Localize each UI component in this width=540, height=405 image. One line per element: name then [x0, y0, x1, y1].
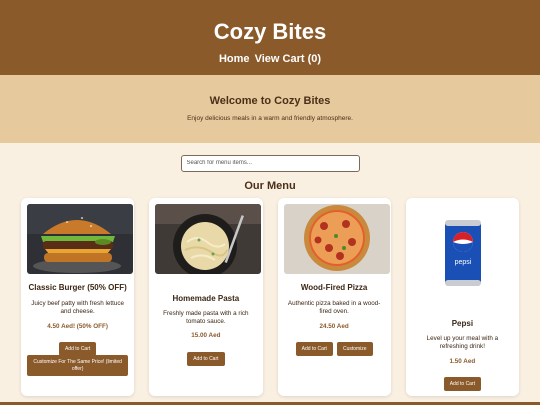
menu-card-pasta: Homemade Pasta Freshly made pasta with a… — [149, 198, 263, 396]
welcome-banner: Welcome to Cozy Bites Enjoy delicious me… — [0, 75, 540, 143]
menu-title: Our Menu — [244, 179, 296, 192]
add-to-cart-button[interactable]: Add to Cart — [187, 352, 225, 366]
main-nav: Home View Cart (0) — [0, 53, 540, 65]
menu-item-price: 4.50 Aed! (50% OFF) — [47, 323, 108, 330]
menu-grid: Classic Burger (50% OFF) Juicy beef patt… — [21, 198, 519, 396]
menu-item-description: Level up your meal with a refreshing dri… — [426, 335, 499, 350]
search-bar — [0, 143, 540, 172]
menu-card-pizza: Wood-Fired Pizza Authentic pizza baked i… — [277, 198, 391, 396]
menu-item-description: Juicy beef patty with fresh lettuce and … — [31, 300, 124, 315]
menu-item-name: Homemade Pasta — [172, 294, 240, 303]
add-to-cart-button[interactable]: Add to Cart — [295, 342, 333, 356]
menu-item-price: 24.50 Aed — [319, 323, 349, 330]
site-header: Cozy Bites Home View Cart (0) — [0, 0, 540, 75]
pasta-image — [155, 204, 262, 274]
menu-card-burger: Classic Burger (50% OFF) Juicy beef patt… — [21, 198, 135, 396]
welcome-subtitle: Enjoy delicious meals in a warm and frie… — [187, 115, 353, 122]
pizza-image — [283, 204, 390, 274]
pepsi-can-label: pepsi — [454, 259, 471, 266]
nav-home-link[interactable]: Home — [219, 53, 250, 65]
menu-item-name: Wood-Fired Pizza — [300, 283, 368, 292]
menu-item-description: Freshly made pasta with a rich tomato sa… — [163, 310, 249, 325]
add-to-cart-button[interactable]: Add to Cart — [58, 342, 97, 356]
menu-item-price: 15.00 Aed — [191, 332, 221, 339]
welcome-title: Welcome to Cozy Bites — [209, 95, 331, 107]
nav-view-cart-link[interactable]: View Cart (0) — [255, 53, 321, 65]
menu-item-name: Pepsi — [451, 319, 474, 328]
customize-button[interactable]: Customize For The Same Price! (limited o… — [27, 355, 129, 376]
site-title: Cozy Bites — [213, 19, 327, 44]
search-input[interactable] — [180, 154, 360, 172]
menu-item-name: Classic Burger (50% OFF) — [28, 283, 127, 292]
menu-item-description: Authentic pizza baked in a wood-fired ov… — [287, 300, 381, 315]
add-to-cart-button[interactable]: Add to Cart — [443, 377, 482, 391]
customize-button[interactable]: Customize — [336, 342, 373, 356]
burger-image — [27, 204, 133, 274]
pepsi-can-image: pepsi — [443, 218, 483, 288]
menu-card-pepsi: pepsi Pepsi Level up your meal with a re… — [405, 198, 519, 396]
menu-item-price: 1.50 Aed — [449, 358, 476, 365]
